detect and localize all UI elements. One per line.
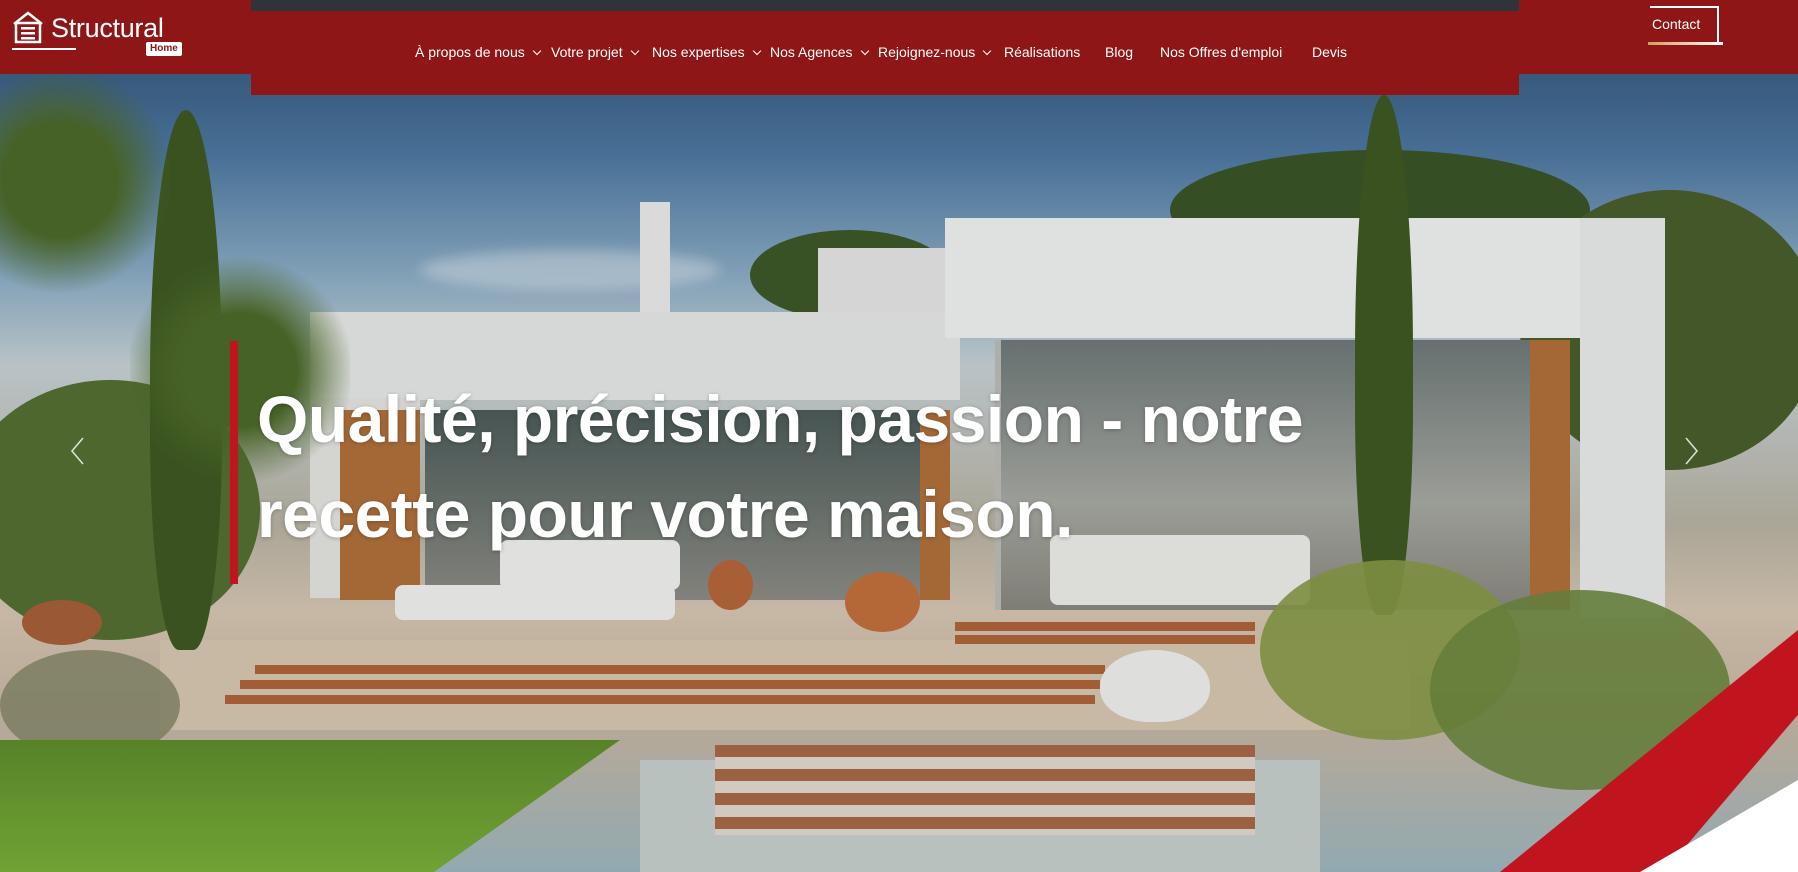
logo-name: Structural (51, 13, 164, 43)
nav-item-nos-agences[interactable]: Nos Agences (770, 42, 869, 62)
nav-item-label: Blog (1105, 44, 1134, 60)
nav-item-label: Nos expertises (652, 44, 745, 60)
nav-item-label: Réalisations (1004, 44, 1081, 60)
nav-top-strip (251, 0, 1519, 11)
nav-item-votre-projet[interactable]: Votre projet (551, 42, 639, 62)
chevron-right-icon (1685, 437, 1699, 465)
hero-headline-line-2: recette pour votre maison. (257, 477, 1073, 551)
house-logo-icon (13, 11, 43, 44)
nav-item-label: Devis (1312, 44, 1348, 60)
contact-button[interactable]: Contact (1648, 6, 1723, 45)
nav-item-label: À propos de nous (415, 44, 525, 60)
chevron-down-icon (983, 46, 992, 55)
nav-item-nos-expertises[interactable]: Nos expertises (652, 42, 761, 62)
nav-item-rejoignez-nous[interactable]: Rejoignez-nous (878, 42, 992, 62)
nav-item-devis[interactable]: Devis (1312, 42, 1347, 62)
nav-item-a-propos[interactable]: À propos de nous (415, 42, 541, 62)
slider-next-button[interactable] (1684, 436, 1700, 466)
slider-prev-button[interactable] (69, 436, 85, 466)
nav-item-realisations[interactable]: Réalisations (1004, 42, 1080, 62)
chevron-down-icon (752, 46, 761, 55)
nav-item-label: Votre projet (551, 44, 623, 60)
nav-item-label: Nos Offres d'emploi (1160, 44, 1283, 60)
chevron-down-icon (532, 46, 541, 55)
contact-button-label: Contact (1652, 16, 1701, 32)
hero-headline: Qualité, précision, passion - notre rece… (257, 372, 1357, 562)
contact-button-border (1717, 6, 1719, 44)
nav-item-label: Nos Agences (770, 44, 853, 60)
nav-item-offres-emploi[interactable]: Nos Offres d'emploi (1160, 42, 1282, 62)
main-navigation: À propos de nous Votre projet Nos expert… (0, 42, 1798, 64)
chevron-down-icon (860, 46, 869, 55)
chevron-down-icon (630, 46, 639, 55)
chevron-left-icon (70, 437, 84, 465)
nav-item-label: Rejoignez-nous (878, 44, 976, 60)
hero-headline-line-1: Qualité, précision, passion - notre (257, 382, 1304, 456)
headline-accent-bar (230, 341, 238, 584)
nav-item-blog[interactable]: Blog (1105, 42, 1133, 62)
